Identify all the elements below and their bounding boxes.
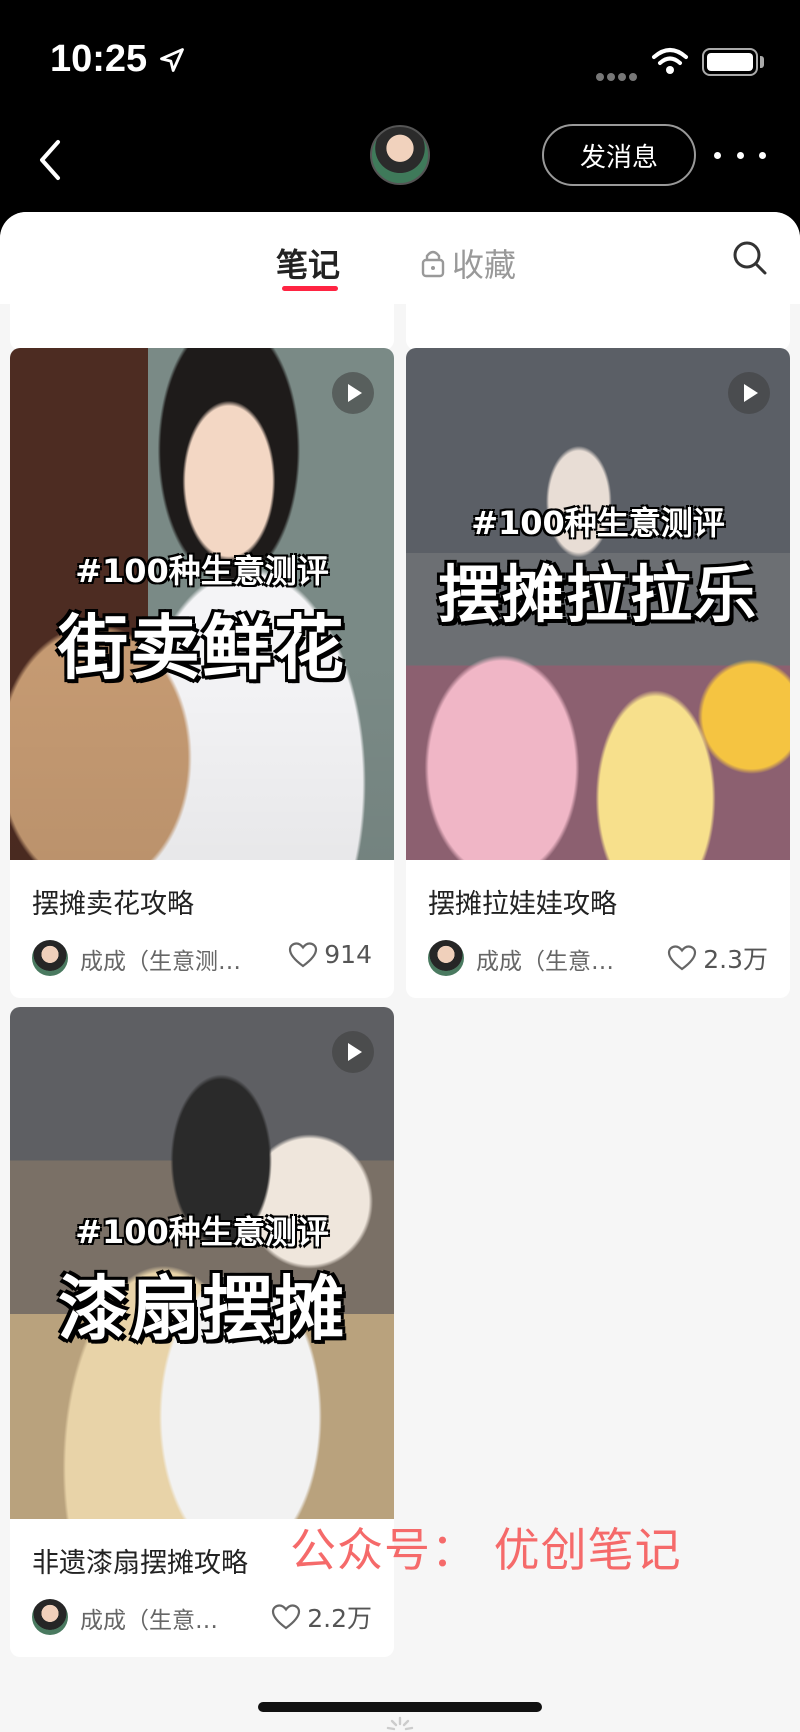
previous-note-card[interactable] xyxy=(10,304,394,350)
cover-title: 摆摊拉拉乐 xyxy=(437,558,758,631)
like-count: 914 xyxy=(324,940,372,969)
play-icon xyxy=(332,1031,374,1073)
like-button[interactable]: 914 xyxy=(288,940,372,969)
cover-title: 街卖鲜花 xyxy=(58,607,346,689)
heart-icon xyxy=(668,945,697,971)
search-icon[interactable] xyxy=(730,238,770,278)
back-arrow-icon[interactable] xyxy=(28,130,78,190)
note-meta: 成成（生意… 2.2万 xyxy=(10,1587,394,1657)
location-arrow-icon xyxy=(160,48,184,72)
content-sheet: 笔记 收藏 #100种生意测评 街卖鲜花 摆摊卖花攻略 成成（生意测… 914 … xyxy=(0,212,800,1732)
author-avatar[interactable] xyxy=(32,940,68,976)
note-meta: 成成（生意… 2.3万 xyxy=(406,928,790,998)
author-avatar[interactable] xyxy=(32,1599,68,1635)
wifi-icon xyxy=(652,48,688,74)
status-bar: 10:25 xyxy=(0,0,800,120)
user-avatar[interactable] xyxy=(370,125,430,185)
tab-collections[interactable]: 收藏 xyxy=(420,240,516,286)
profile-notes-screen: 10:25 发消息 笔记 收藏 #100种生意测评 街卖鲜花 摆摊卖花攻略 成成… xyxy=(0,0,800,1732)
author-avatar[interactable] xyxy=(428,940,464,976)
cover-hashtag: #100种生意测评 xyxy=(471,504,725,542)
cover-hashtag: #100种生意测评 xyxy=(75,1213,329,1251)
lock-icon xyxy=(421,250,445,278)
battery-cap xyxy=(760,56,764,68)
note-cover-image: #100种生意测评 街卖鲜花 xyxy=(10,348,394,860)
note-title: 摆摊拉娃娃攻略 xyxy=(428,889,617,920)
status-time: 10:25 xyxy=(50,38,148,80)
home-indicator xyxy=(258,1702,542,1712)
note-card[interactable]: #100种生意测评 摆摊拉拉乐 摆摊拉娃娃攻略 成成（生意… 2.3万 xyxy=(406,348,790,998)
previous-note-card[interactable] xyxy=(406,304,790,350)
play-icon xyxy=(332,372,374,414)
like-count: 2.2万 xyxy=(307,1604,372,1633)
cover-hashtag: #100种生意测评 xyxy=(75,552,329,590)
note-cover-image: #100种生意测评 漆扇摆摊 xyxy=(10,1007,394,1519)
play-icon xyxy=(728,372,770,414)
note-cover-image: #100种生意测评 摆摊拉拉乐 xyxy=(406,348,790,860)
like-button[interactable]: 2.3万 xyxy=(667,940,768,976)
author-name[interactable]: 成成（生意… xyxy=(476,942,646,976)
watermark-text: 公众号： 优创笔记 xyxy=(290,1523,682,1577)
like-button[interactable]: 2.2万 xyxy=(271,1599,372,1635)
author-name[interactable]: 成成（生意测… xyxy=(80,942,250,976)
note-meta: 成成（生意测… 914 xyxy=(10,928,394,998)
note-card[interactable]: #100种生意测评 街卖鲜花 摆摊卖花攻略 成成（生意测… 914 xyxy=(10,348,394,998)
battery-icon xyxy=(702,48,758,76)
tab-bar: 笔记 收藏 xyxy=(0,212,800,304)
signal-icon xyxy=(596,66,640,85)
like-count: 2.3万 xyxy=(703,945,768,974)
send-message-button[interactable]: 发消息 xyxy=(542,124,696,186)
tab-notes[interactable]: 笔记 xyxy=(276,240,340,286)
tab-collections-label: 收藏 xyxy=(452,246,517,284)
author-name[interactable]: 成成（生意… xyxy=(80,1601,250,1635)
loading-spinner-icon xyxy=(386,1716,414,1731)
top-nav: 发消息 xyxy=(0,120,800,212)
heart-icon xyxy=(289,941,318,967)
note-title: 摆摊卖花攻略 xyxy=(32,889,194,920)
active-tab-indicator xyxy=(282,286,338,291)
heart-icon xyxy=(272,1604,301,1630)
cover-title: 漆扇摆摊 xyxy=(58,1268,346,1350)
more-options-icon[interactable] xyxy=(714,140,766,170)
